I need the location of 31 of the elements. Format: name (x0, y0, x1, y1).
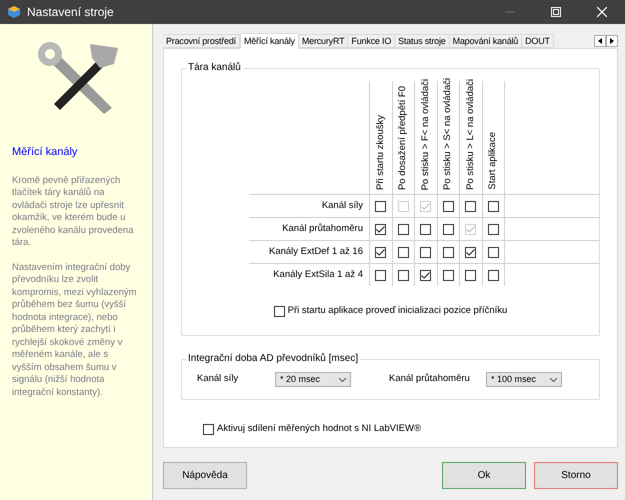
column-header: Po stisku > S< na ovládači (442, 78, 454, 190)
column-header: Start aplikace (487, 132, 500, 190)
tab[interactable]: DOUT (522, 34, 554, 48)
checkbox-label: Při startu aplikace proveď inicializaci pozice příčníku (288, 304, 508, 318)
help-paragraph: Kromě pevně přiřazených tlačítek táry kanálů na ovládači stroje lze upřesnit okamžik, ve kterém bude u zvoleného kanálu provedena tára. (12, 174, 134, 250)
row-label: Kanál průtahoměru (282, 222, 363, 236)
sidebar-heading: Měřící kanály (12, 145, 78, 160)
row-label: Kanály ExtSila 1 až 4 (273, 268, 363, 282)
checkbox-label: Aktivuj sdílení měřených hodnot s NI LabVIEW® (217, 422, 421, 436)
row-label: Kanál síly (322, 198, 363, 213)
dropdown[interactable]: * 20 msec (275, 372, 351, 387)
dialog-button[interactable]: Nápověda (163, 462, 247, 489)
column-header: Při startu zkoušky (374, 115, 387, 190)
tab[interactable]: Měřící kanály (240, 33, 299, 49)
help-paragraph: Nastavením integrační doby převodníku lze zvolit kompromis, mezi vyhlazeným průběhem bez šumu (vyšší hodnota integrace), nebo průběhem který zachytí i rychlejší skokové změny v měřeném kanále, ale s vyšším obsahem šumu v signálu (nižší hodnota integrační konstanty). (12, 262, 138, 399)
field-label: Kanál průtahoměru (389, 372, 471, 386)
row-label: Kanály ExtDef 1 až 16 (269, 244, 363, 259)
field-label: Kanál síly (197, 372, 240, 386)
dropdown[interactable]: * 100 msec (486, 372, 562, 387)
tab[interactable]: MercuryRT (298, 34, 348, 48)
tab[interactable]: Funkce IO (348, 34, 396, 48)
column-header: Po stisku > F< na ovládači (420, 78, 432, 190)
column-header: Po stisku > L< na ovládači (464, 79, 477, 190)
tab[interactable]: Status stroje (395, 34, 450, 48)
tab[interactable]: Mapování kanálů (450, 34, 522, 48)
window-title: Nastavení stroje (27, 4, 114, 21)
column-header: Po dosažení předpětí F0 (397, 86, 410, 190)
dialog-button[interactable]: Ok (442, 462, 526, 489)
tab[interactable]: Pracovní prostředí (163, 34, 240, 48)
dialog-button[interactable]: Storno (534, 462, 618, 489)
group-title: Integrační doba AD převodníků [msec] (186, 353, 360, 365)
